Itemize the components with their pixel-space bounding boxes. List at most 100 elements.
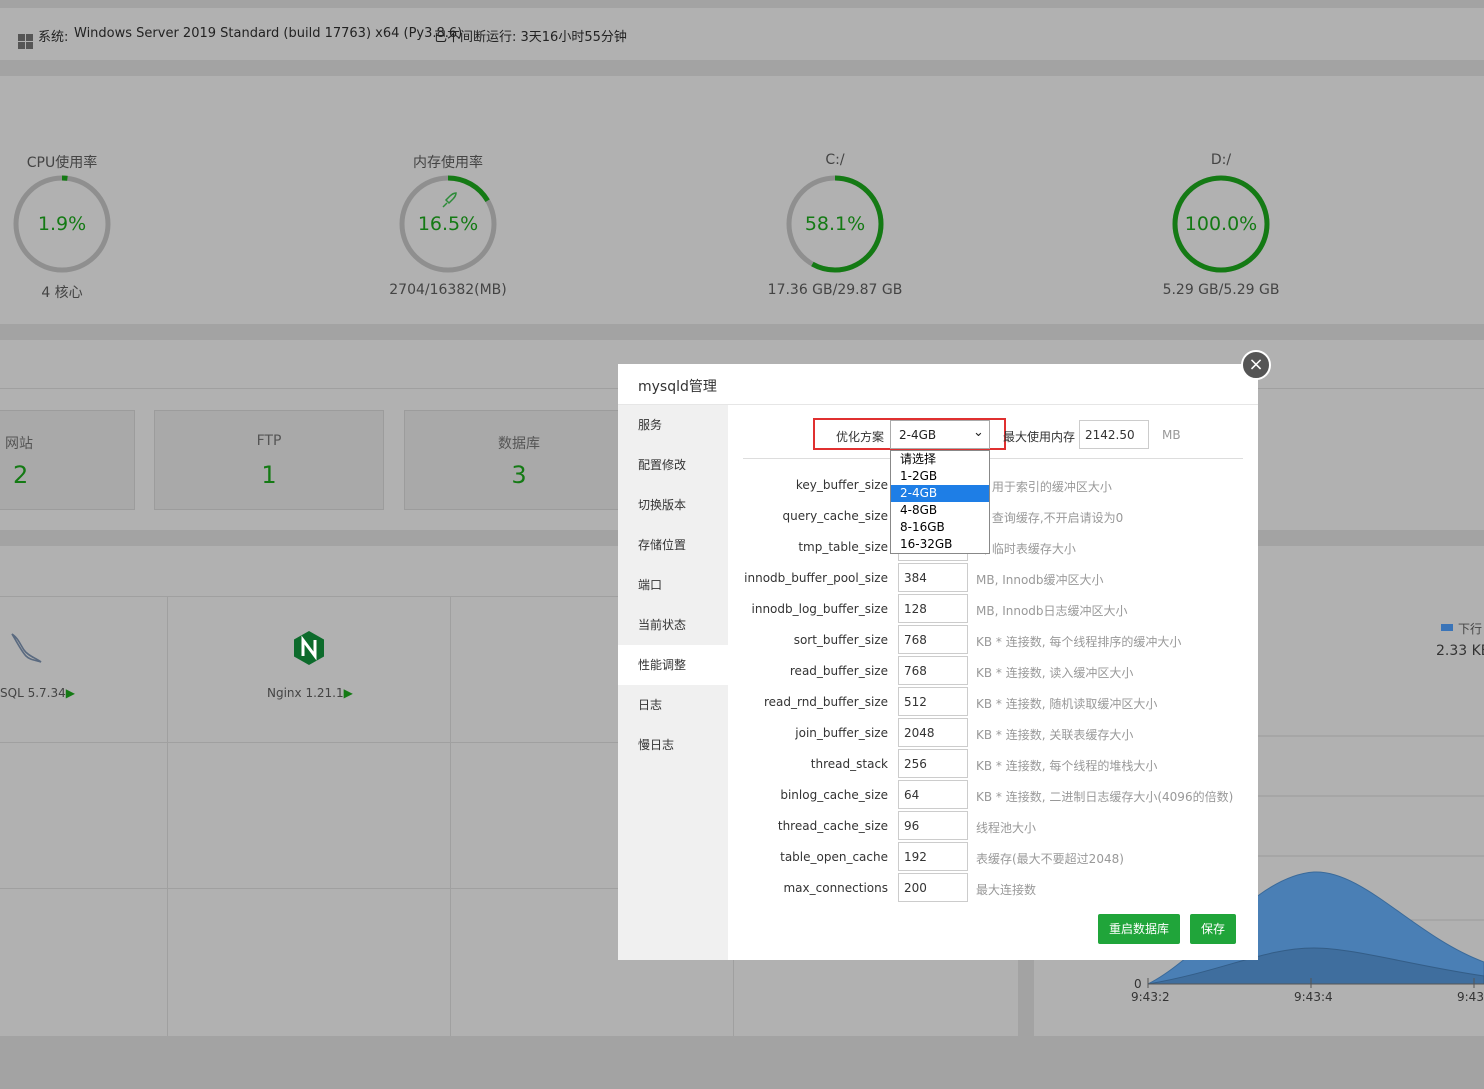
stat-value[interactable]: 3 [405, 461, 633, 489]
param-input-join-buffer-size[interactable]: 2048 [898, 718, 968, 747]
memory-gauge-sub: 2704/16382(MB) [389, 282, 507, 298]
disk-c-gauge-value: 58.1% [804, 213, 866, 235]
dropdown-option[interactable]: 16-32GB [891, 536, 989, 553]
os-value: Windows Server 2019 Standard (build 1776… [74, 26, 463, 41]
param-input-thread-cache-size[interactable]: 96 [898, 811, 968, 840]
sidebar-item-switch-version[interactable]: 切换版本 [618, 485, 728, 525]
param-input-sort-buffer-size[interactable]: 768 [898, 625, 968, 654]
param-label-thread-stack: thread_stack [810, 757, 888, 771]
dropdown-option[interactable]: 4-8GB [891, 502, 989, 519]
os-label: 系统: [38, 30, 69, 45]
sidebar-item-slow-log[interactable]: 慢日志 [618, 725, 728, 765]
nginx-icon[interactable] [292, 630, 326, 666]
param-desc: KB * 连接数, 二进制日志缓存大小(4096的倍数) [976, 790, 1234, 804]
sidebar-item-storage[interactable]: 存储位置 [618, 525, 728, 565]
param-label-query-cache-size: query_cache_size [782, 509, 888, 523]
param-input-max-connections[interactable]: 200 [898, 873, 968, 902]
x-tick: 9:43:4 [1294, 990, 1333, 1004]
system-info-bar: 系统: Windows Server 2019 Standard (build … [0, 8, 1484, 60]
param-desc: B, 查询缓存,不开启请设为0 [976, 511, 1124, 525]
param-desc: 线程池大小 [976, 821, 1037, 835]
status-panel: CPU使用率 1.9% 4 核心 内存使用率 16.5% 2704/16382(… [0, 76, 1484, 324]
play-icon[interactable]: ▶ [344, 686, 353, 700]
dialog-header[interactable]: mysqld管理 [618, 364, 1258, 405]
param-label-binlog-cache-size: binlog_cache_size [780, 788, 888, 802]
cpu-gauge-sub: 4 核心 [41, 285, 83, 301]
x-tick: 9:43:2 [1131, 990, 1170, 1004]
dropdown-option[interactable]: 8-16GB [891, 519, 989, 536]
cpu-gauge-value: 1.9% [37, 213, 87, 235]
param-label-read-buffer-size: read_buffer_size [789, 664, 888, 678]
windows-icon [18, 34, 33, 49]
param-desc: B, 用于索引的缓冲区大小 [976, 480, 1112, 494]
dropdown-option[interactable]: 1-2GB [891, 468, 989, 485]
max-memory-unit: MB [1162, 428, 1181, 442]
disk-d-gauge-value: 100.0% [1184, 213, 1258, 235]
param-input-thread-stack[interactable]: 256 [898, 749, 968, 778]
rocket-icon[interactable] [440, 192, 458, 210]
param-input-binlog-cache-size[interactable]: 64 [898, 780, 968, 809]
param-desc: KB * 连接数, 关联表缓存大小 [976, 728, 1134, 742]
memory-gauge-title: 内存使用率 [413, 155, 483, 171]
software-name: Nginx 1.21.1 [267, 686, 344, 700]
disk-d-gauge-sub: 5.29 GB/5.29 GB [1162, 282, 1280, 298]
param-input-read-rnd-buffer-size[interactable]: 512 [898, 687, 968, 716]
dialog-sidebar: 服务 配置修改 切换版本 存储位置 端口 当前状态 性能调整 日志 慢日志 [618, 405, 728, 960]
param-desc: KB * 连接数, 读入缓冲区大小 [976, 666, 1134, 680]
param-input-read-buffer-size[interactable]: 768 [898, 656, 968, 685]
uptime-text: 已不间断运行: 3天16小时55分钟 [434, 30, 627, 45]
x-tick: 9:43: [1457, 990, 1484, 1004]
param-input-innodb-log-buffer-size[interactable]: 128 [898, 594, 968, 623]
close-icon[interactable]: × [1241, 350, 1271, 380]
stat-databases[interactable]: 数据库 3 [404, 410, 634, 510]
sidebar-item-service[interactable]: 服务 [618, 405, 728, 445]
param-desc: 表缓存(最大不要超过2048) [976, 852, 1124, 866]
save-button[interactable]: 保存 [1190, 914, 1236, 944]
sidebar-item-log[interactable]: 日志 [618, 685, 728, 725]
param-desc: B, 临时表缓存大小 [976, 542, 1076, 556]
software-item-mysql[interactable]: SQL 5.7.34▶ [0, 686, 75, 700]
y-axis-zero: 0 [1134, 977, 1142, 991]
param-input-innodb-buffer-pool-size[interactable]: 384 [898, 563, 968, 592]
param-label-read-rnd-buffer-size: read_rnd_buffer_size [763, 695, 888, 709]
param-input-table-open-cache[interactable]: 192 [898, 842, 968, 871]
param-desc: KB * 连接数, 随机读取缓冲区大小 [976, 697, 1158, 711]
stat-label: FTP [256, 433, 282, 449]
cpu-gauge-title: CPU使用率 [26, 155, 98, 171]
sidebar-item-performance[interactable]: 性能调整 [618, 645, 728, 685]
optimize-select[interactable]: 2-4GB ⌄ [890, 420, 990, 449]
sidebar-item-port[interactable]: 端口 [618, 565, 728, 605]
mysql-dolphin-icon[interactable] [8, 630, 44, 666]
software-name: SQL 5.7.34 [0, 686, 66, 700]
dropdown-option-selected[interactable]: 2-4GB [891, 485, 989, 502]
disk-c-gauge-sub: 17.36 GB/29.87 GB [767, 282, 903, 298]
stat-value[interactable]: 2 [0, 461, 134, 489]
sidebar-item-status[interactable]: 当前状态 [618, 605, 728, 645]
param-label-max-connections: max_connections [783, 881, 888, 895]
legend-label[interactable]: 下行 [1458, 620, 1482, 637]
sidebar-item-config[interactable]: 配置修改 [618, 445, 728, 485]
restart-database-button[interactable]: 重启数据库 [1098, 914, 1180, 944]
optimize-select-value: 2-4GB [899, 428, 937, 442]
param-desc: MB, Innodb日志缓冲区大小 [976, 604, 1128, 618]
param-label-sort-buffer-size: sort_buffer_size [793, 633, 888, 647]
param-desc: 最大连接数 [976, 883, 1037, 897]
memory-gauge-value: 16.5% [417, 213, 479, 235]
mysqld-manage-dialog: mysqld管理 服务 配置修改 切换版本 存储位置 端口 当前状态 性能调整 … [618, 364, 1258, 960]
stat-value[interactable]: 1 [155, 461, 383, 489]
param-label-tmp-table-size: tmp_table_size [798, 540, 888, 554]
param-desc: MB, Innodb缓冲区大小 [976, 573, 1104, 587]
dropdown-option[interactable]: 请选择 [891, 451, 989, 468]
chevron-down-icon: ⌄ [973, 425, 984, 440]
param-label-table-open-cache: table_open_cache [780, 850, 888, 864]
divider [167, 596, 168, 1036]
stat-ftp[interactable]: FTP 1 [154, 410, 384, 510]
param-desc: KB * 连接数, 每个线程的堆栈大小 [976, 759, 1158, 773]
software-item-nginx[interactable]: Nginx 1.21.1▶ [267, 686, 353, 700]
play-icon[interactable]: ▶ [66, 686, 75, 700]
param-label-thread-cache-size: thread_cache_size [777, 819, 888, 833]
max-memory-input[interactable]: 2142.50 [1079, 420, 1149, 449]
divider [743, 458, 1243, 459]
param-label-key-buffer-size: key_buffer_size [795, 478, 888, 492]
stat-websites[interactable]: 网站 2 [0, 410, 135, 510]
